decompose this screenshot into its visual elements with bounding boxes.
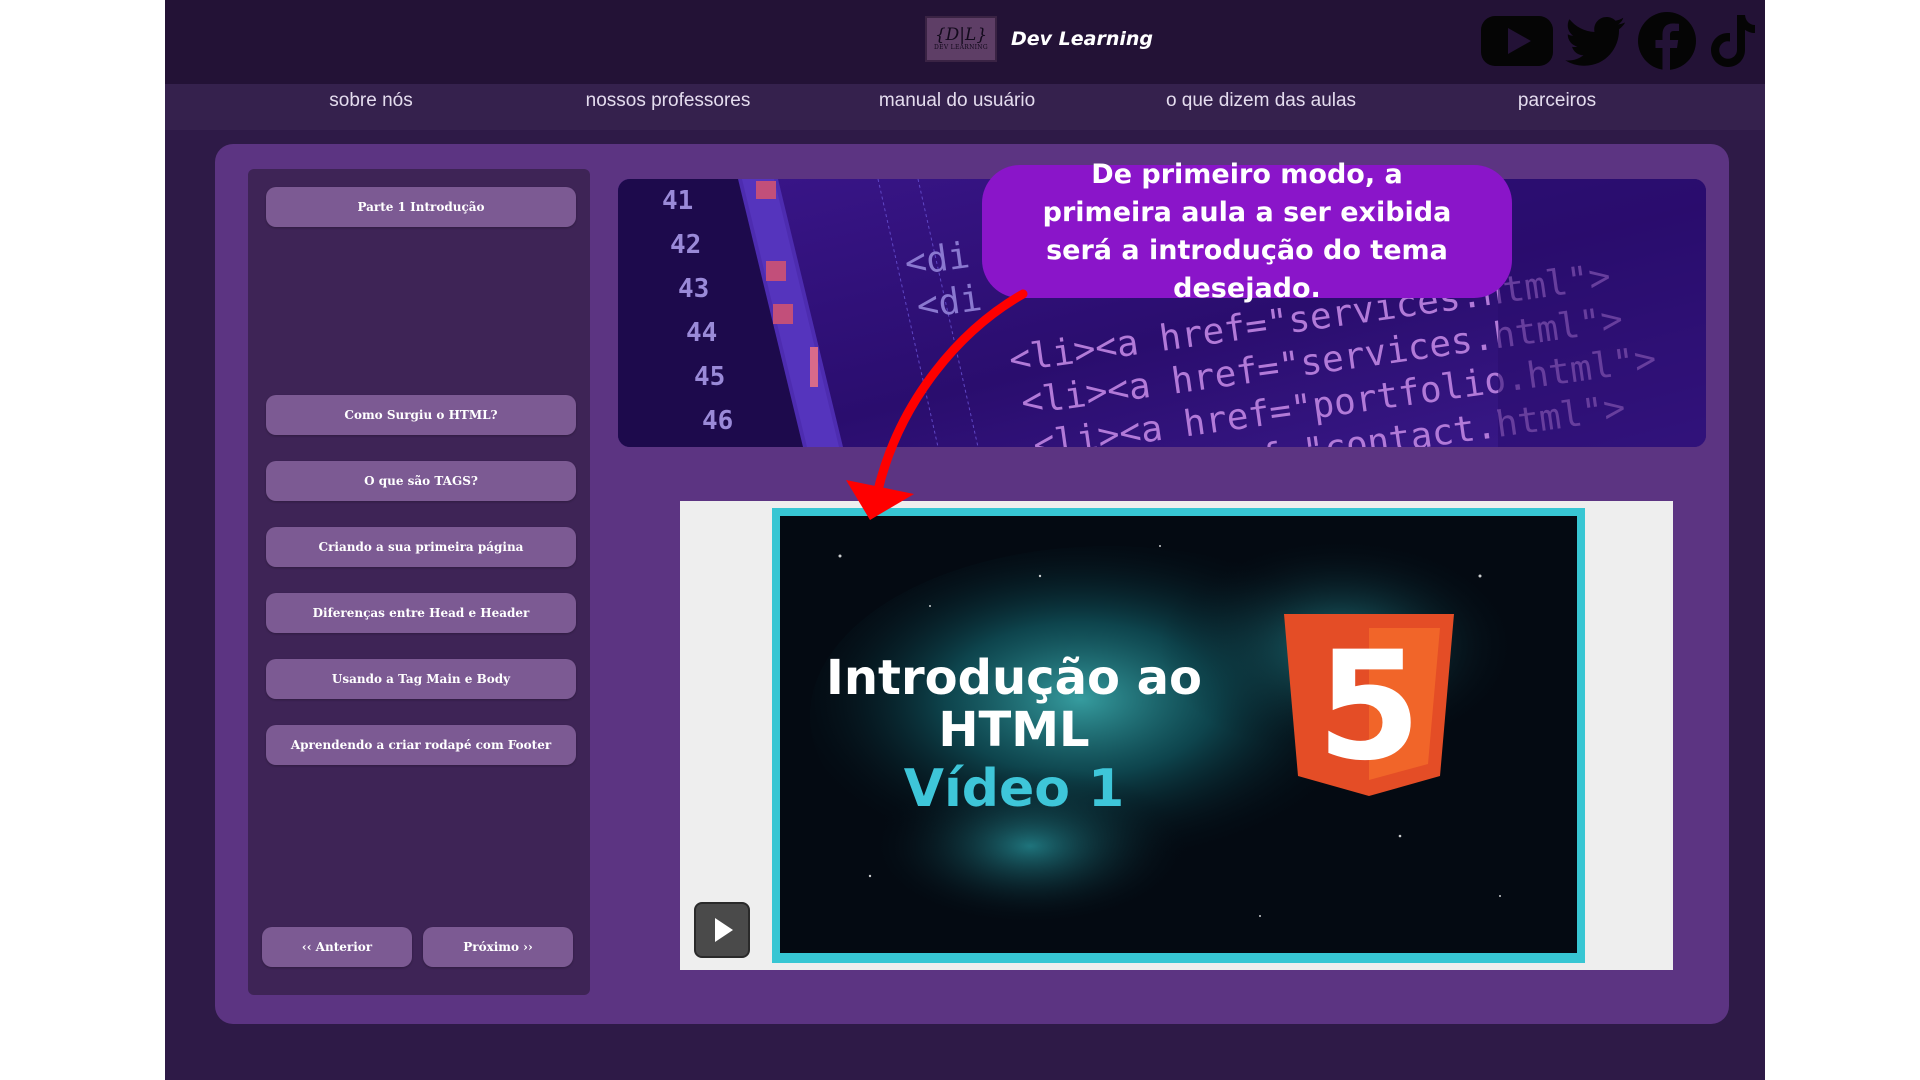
video-thumbnail: Introdução ao HTML Vídeo 1 5: [780, 516, 1577, 953]
top-bar: {D|L} DEV LEARNING Dev Learning: [165, 0, 1765, 84]
line-number: 46: [702, 406, 733, 436]
play-button[interactable]: [694, 902, 750, 958]
nav-item-nossos-professores[interactable]: nossos professores: [586, 84, 751, 130]
lesson-button-main-body[interactable]: Usando a Tag Main e Body: [266, 659, 576, 699]
nav-item-manual-do-usuario[interactable]: manual do usuário: [879, 84, 1035, 130]
lesson-button-como-surgiu[interactable]: Como Surgiu o HTML?: [266, 395, 576, 435]
social-links: [1479, 10, 1755, 72]
lesson-button-primeira-pagina[interactable]: Criando a sua primeira página: [266, 527, 576, 567]
nav-item-sobre-nos[interactable]: sobre nós: [329, 84, 412, 130]
brand[interactable]: {D|L} DEV LEARNING Dev Learning: [925, 14, 1153, 64]
logo: {D|L} DEV LEARNING: [925, 16, 997, 62]
logo-mark: {D|L}: [934, 25, 988, 45]
line-number: 43: [678, 274, 709, 304]
main-nav: sobre nós nossos professores manual do u…: [165, 84, 1765, 130]
youtube-icon[interactable]: [1479, 11, 1555, 71]
nav-item-parceiros[interactable]: parceiros: [1518, 84, 1596, 130]
video-thumbnail-frame[interactable]: Introdução ao HTML Vídeo 1 5: [772, 508, 1585, 963]
callout-text: De primeiro modo, a primeira aula a ser …: [1042, 158, 1452, 304]
line-number: 45: [694, 362, 725, 392]
logo-caption: DEV LEARNING: [934, 44, 988, 51]
video-title-line-2: HTML: [938, 702, 1089, 758]
next-button[interactable]: Próximo ››: [423, 927, 573, 967]
lesson-button-head-header[interactable]: Diferenças entre Head e Header: [266, 593, 576, 633]
previous-button[interactable]: ‹‹ Anterior: [262, 927, 412, 967]
line-number: 41: [662, 186, 693, 216]
play-icon: [715, 918, 733, 942]
lesson-button-tags[interactable]: O que são TAGS?: [266, 461, 576, 501]
twitter-icon[interactable]: [1565, 11, 1627, 71]
lesson-sidebar: Parte 1 Introdução Como Surgiu o HTML? O…: [248, 169, 590, 995]
line-number: 44: [686, 318, 717, 348]
nav-item-o-que-dizem[interactable]: o que dizem das aulas: [1166, 84, 1356, 130]
brand-name: Dev Learning: [1011, 28, 1154, 50]
tutorial-callout: De primeiro modo, a primeira aula a ser …: [982, 159, 1512, 304]
video-title-line-1: Introdução ao: [826, 650, 1202, 706]
facebook-icon[interactable]: [1637, 11, 1697, 71]
tiktok-icon[interactable]: [1707, 11, 1755, 71]
lesson-button-footer[interactable]: Aprendendo a criar rodapé com Footer: [266, 725, 576, 765]
video-thumbnail-graphic: Introdução ao HTML Vídeo 1 5: [780, 516, 1577, 953]
app-window: {D|L} DEV LEARNING Dev Learning sobre nó…: [165, 0, 1765, 1080]
lesson-button-parte-1[interactable]: Parte 1 Introdução: [266, 187, 576, 227]
video-player[interactable]: Introdução ao HTML Vídeo 1 5: [680, 501, 1673, 970]
html5-icon: 5: [1284, 614, 1454, 796]
html5-badge-number: 5: [1317, 620, 1421, 794]
video-title-line-3: Vídeo 1: [904, 759, 1125, 819]
line-number: 42: [670, 230, 701, 260]
